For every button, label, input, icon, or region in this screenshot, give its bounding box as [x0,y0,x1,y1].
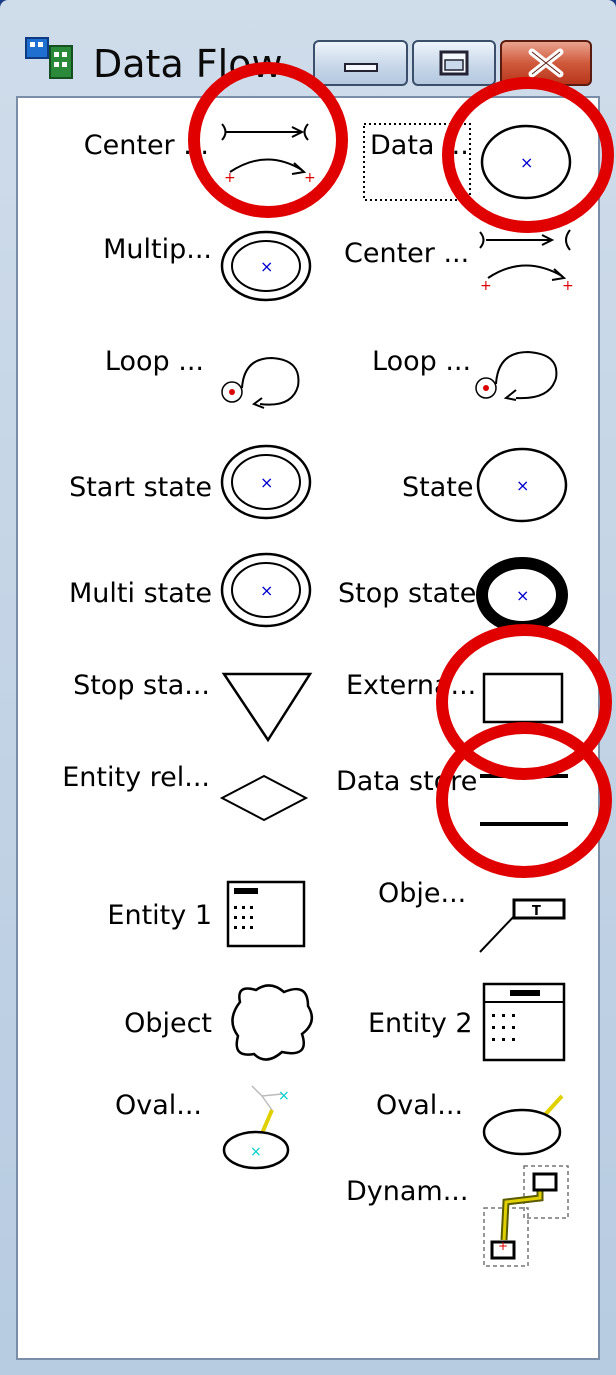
palette-item-label[interactable]: Entity 1 [107,900,212,931]
palette-item-label[interactable]: Entity rel... [62,762,210,793]
svg-text:×: × [260,473,273,492]
start-state-icon[interactable]: × [218,442,314,522]
oval-pointer-icon[interactable] [478,1090,574,1162]
palette-item-label[interactable]: Obje... [378,878,466,909]
palette-item-label[interactable]: Stop sta... [73,670,210,701]
palette-item-label[interactable]: Stop state [338,578,476,609]
palette-item-label[interactable]: State [402,472,473,503]
palette-item-label[interactable]: Entity 2 [368,1008,473,1039]
annotation-circle [442,77,614,233]
svg-text:T: T [532,904,541,919]
palette-item-label[interactable]: Loop ... [105,346,204,377]
state-circle-icon[interactable]: × [474,444,574,526]
app-icon [25,37,73,79]
loop-icon[interactable] [220,352,310,416]
svg-text:×: × [278,1088,290,1104]
palette-item-label[interactable]: Object [124,1008,212,1039]
stop-state-triangle-icon[interactable] [220,668,316,744]
palette-item-label[interactable]: Multi state [69,578,212,609]
data-flow-window: Data Flow Center ... + + Multip... × Loo… [0,0,616,1375]
palette-item-label[interactable]: Dynam... [346,1176,468,1207]
annotation-circle [436,722,612,878]
annotation-circle [188,62,348,218]
dynamic-connector-icon[interactable]: + [478,1158,574,1278]
palette-item-label[interactable]: Oval... [115,1090,202,1121]
palette-item-label[interactable]: Start state [69,472,212,503]
loop-icon[interactable] [474,346,566,412]
palette-item-label[interactable]: Center ... [344,238,469,269]
palette-item-label[interactable]: Multip... [103,234,212,265]
svg-text:×: × [516,586,529,605]
multiple-circle-icon[interactable]: × [218,226,314,302]
palette-item-label[interactable]: Loop ... [372,346,471,377]
svg-text:×: × [516,476,529,495]
svg-text:×: × [260,257,273,276]
svg-text:×: × [260,581,273,600]
object-cloud-icon[interactable] [226,978,316,1068]
entity-table-icon[interactable] [224,878,308,950]
multi-state-icon[interactable]: × [218,550,314,630]
oval-pointer-icon[interactable]: × × [218,1080,314,1172]
palette-item-label[interactable]: Oval... [376,1090,463,1121]
center-arc-icon[interactable]: + + [474,226,580,294]
svg-text:×: × [250,1144,262,1160]
entity-table-icon[interactable] [480,980,568,1064]
svg-text:+: + [498,1239,508,1253]
entity-relationship-diamond-icon[interactable] [218,770,310,826]
svg-text:+: + [562,278,574,294]
svg-text:+: + [480,278,492,294]
object-annotation-icon[interactable]: T [474,888,572,958]
